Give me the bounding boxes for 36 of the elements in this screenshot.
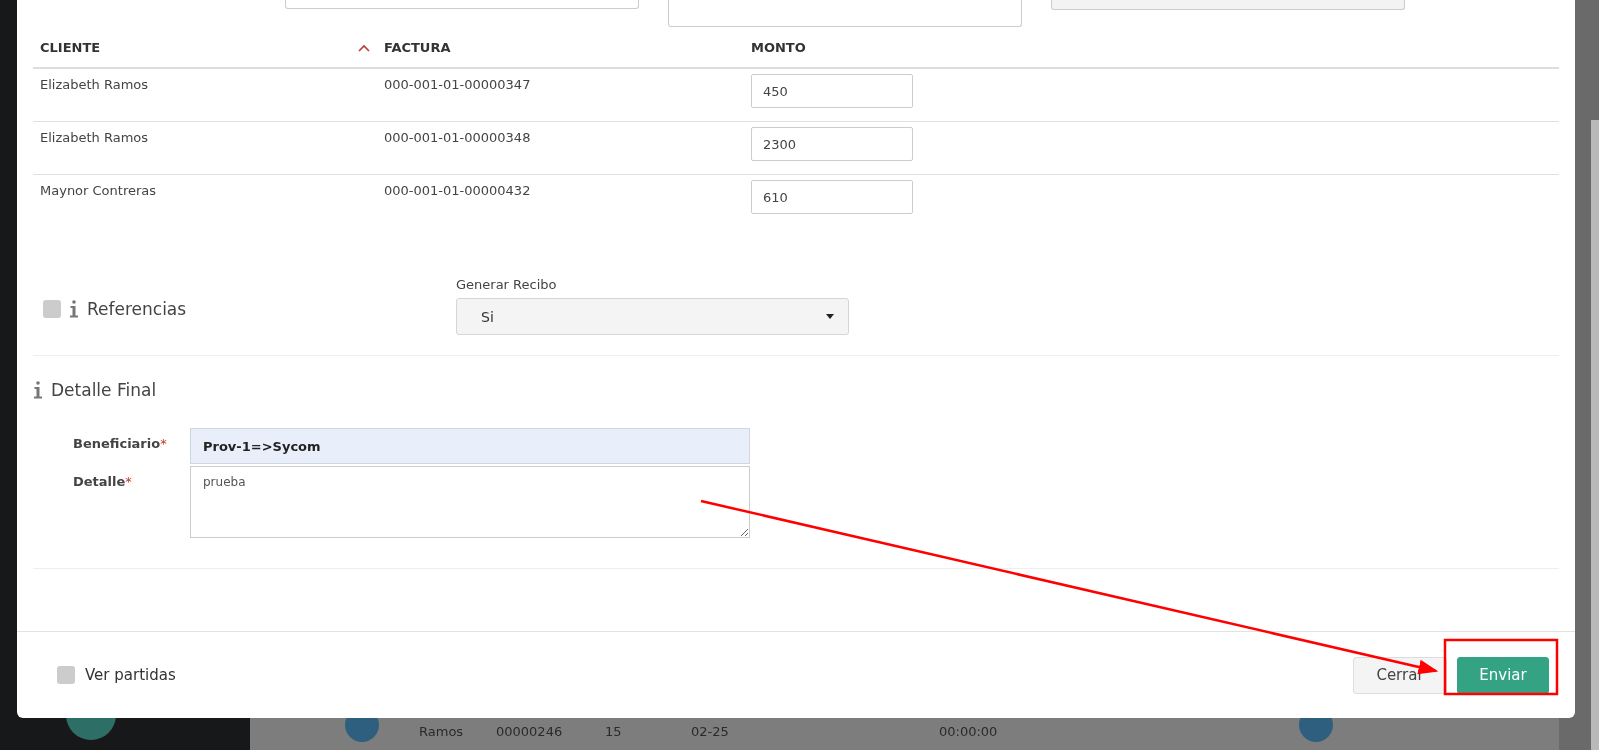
- sort-up-icon[interactable]: [358, 43, 370, 52]
- date-field[interactable]: [668, 0, 1022, 27]
- field-label: Generar Recibo: [456, 277, 558, 292]
- checkbox[interactable]: [43, 300, 61, 318]
- checkbox-label: Ver partidas: [85, 666, 176, 684]
- table-cell: 000-001-01-00000432: [384, 183, 531, 198]
- caret-icon: [826, 314, 834, 319]
- table-cell-text: 00000246: [496, 723, 564, 739]
- section-title: Detalle Final: [51, 380, 157, 400]
- text-field[interactable]: [285, 0, 639, 9]
- column-header[interactable]: FACTURA: [384, 40, 451, 55]
- column-header[interactable]: MONTO: [751, 40, 806, 55]
- field-label: Beneficiario*: [73, 435, 168, 453]
- amount-field[interactable]: 450: [751, 74, 913, 108]
- section-label: Referencias: [87, 299, 187, 319]
- info-icon: [69, 300, 79, 318]
- table-cell-text: 00:00:00: [939, 723, 999, 739]
- scrollbar-thumb[interactable]: [1591, 120, 1599, 750]
- table-cell: Elizabeth Ramos: [40, 130, 149, 145]
- table-cell-text: Ramos: [419, 723, 465, 739]
- table-cell-text: 15: [605, 723, 623, 739]
- beneficiary-field[interactable]: Prov-1=>Sycom: [190, 428, 750, 464]
- checkbox[interactable]: [57, 666, 75, 684]
- column-header[interactable]: CLIENTE: [40, 40, 101, 55]
- amount-field[interactable]: 2300: [751, 127, 913, 161]
- table-cell: Elizabeth Ramos: [40, 77, 149, 92]
- table-cell-text: 02-25: [691, 723, 730, 739]
- table-cell: 000-001-01-00000348: [384, 130, 531, 145]
- amount-field[interactable]: 610: [751, 180, 913, 214]
- dropdown[interactable]: Si: [456, 298, 849, 335]
- table-cell: Maynor Contreras: [40, 183, 157, 198]
- detail-field[interactable]: prueba: [190, 466, 750, 538]
- info-icon: [33, 381, 43, 399]
- field-label: Detalle*: [73, 473, 133, 491]
- table-cell: 000-001-01-00000347: [384, 77, 531, 92]
- close-button[interactable]: Cerrar: [1353, 656, 1447, 694]
